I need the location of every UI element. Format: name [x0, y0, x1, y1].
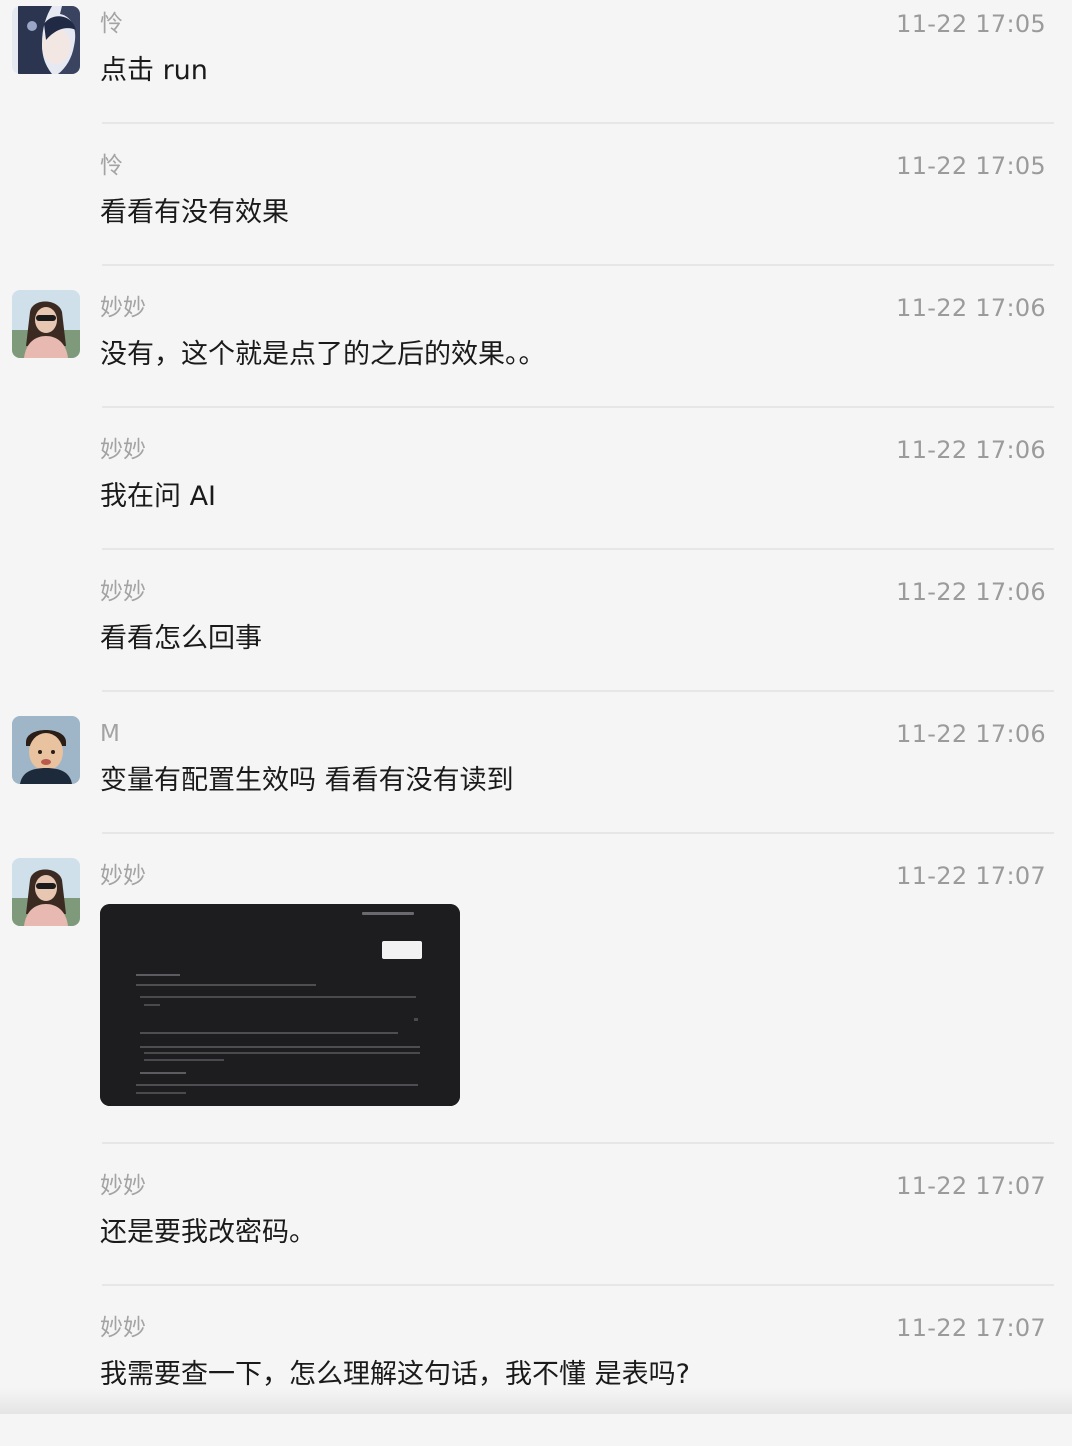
- sender-name[interactable]: M: [100, 718, 120, 750]
- sender-name[interactable]: 妙妙: [100, 860, 146, 892]
- message-timestamp: 11-22 17:06: [896, 578, 1046, 606]
- message-divider: [102, 406, 1054, 408]
- avatar-image: [12, 858, 80, 926]
- message-item: 妙妙 11-22 17:07 我需要查一下，怎么理解这句话，我不懂 是表吗?: [0, 1304, 1072, 1446]
- sender-name[interactable]: 妙妙: [100, 1170, 146, 1202]
- sender-name[interactable]: 怜: [100, 8, 123, 40]
- message-timestamp: 11-22 17:07: [896, 1314, 1046, 1342]
- image-attachment[interactable]: [100, 904, 460, 1106]
- message-divider: [102, 548, 1054, 550]
- message-timestamp: 11-22 17:06: [896, 294, 1046, 322]
- message-text[interactable]: 我在问 AI: [100, 478, 216, 516]
- message-timestamp: 11-22 17:05: [896, 152, 1046, 180]
- avatar-image: [12, 6, 80, 74]
- sender-name[interactable]: 妙妙: [100, 576, 146, 608]
- message-text[interactable]: 我需要查一下，怎么理解这句话，我不懂 是表吗?: [100, 1356, 690, 1394]
- message-text[interactable]: 还是要我改密码。: [100, 1214, 316, 1252]
- message-timestamp: 11-22 17:06: [896, 436, 1046, 464]
- message-item: 妙妙 11-22 17:07 还是要我改密码。: [0, 1162, 1072, 1304]
- message-timestamp: 11-22 17:07: [896, 1172, 1046, 1200]
- avatar[interactable]: [12, 6, 80, 74]
- message-item: 妙妙 11-22 17:06 我在问 AI: [0, 426, 1072, 568]
- message-item: 妙妙 11-22 17:06 看看怎么回事: [0, 568, 1072, 710]
- message-timestamp: 11-22 17:05: [896, 10, 1046, 38]
- message-text[interactable]: 看看有没有效果: [100, 194, 289, 232]
- message-item: M 11-22 17:06 变量有配置生效吗 看看有没有读到: [0, 710, 1072, 852]
- avatar-image: [12, 716, 80, 784]
- message-divider: [102, 832, 1054, 834]
- sender-name[interactable]: 妙妙: [100, 292, 146, 324]
- message-divider: [102, 1142, 1054, 1144]
- avatar[interactable]: [12, 290, 80, 358]
- message-divider: [102, 122, 1054, 124]
- message-divider: [102, 264, 1054, 266]
- message-item: 妙妙 11-22 17:06 没有，这个就是点了的之后的效果。。: [0, 284, 1072, 426]
- avatar-image: [12, 290, 80, 358]
- chat-message-list[interactable]: 怜 11-22 17:05 点击 run 怜 11-22 17:05 看看有没有…: [0, 0, 1072, 1414]
- message-text[interactable]: 变量有配置生效吗 看看有没有读到: [100, 762, 514, 800]
- message-timestamp: 11-22 17:07: [896, 862, 1046, 890]
- screenshot-thumbnail: [100, 904, 460, 1106]
- message-item: 怜 11-22 17:05 点击 run: [0, 0, 1072, 142]
- message-divider: [102, 690, 1054, 692]
- sender-name[interactable]: 怜: [100, 150, 123, 182]
- avatar[interactable]: [12, 716, 80, 784]
- avatar[interactable]: [12, 858, 80, 926]
- sender-name[interactable]: 妙妙: [100, 1312, 146, 1344]
- message-timestamp: 11-22 17:06: [896, 720, 1046, 748]
- sender-name[interactable]: 妙妙: [100, 434, 146, 466]
- message-item: 怜 11-22 17:05 看看有没有效果: [0, 142, 1072, 284]
- message-text[interactable]: 看看怎么回事: [100, 620, 262, 658]
- message-text[interactable]: 没有，这个就是点了的之后的效果。。: [100, 336, 546, 374]
- message-item: 妙妙 11-22 17:07: [0, 852, 1072, 1162]
- message-divider: [102, 1284, 1054, 1286]
- message-text[interactable]: 点击 run: [100, 52, 208, 90]
